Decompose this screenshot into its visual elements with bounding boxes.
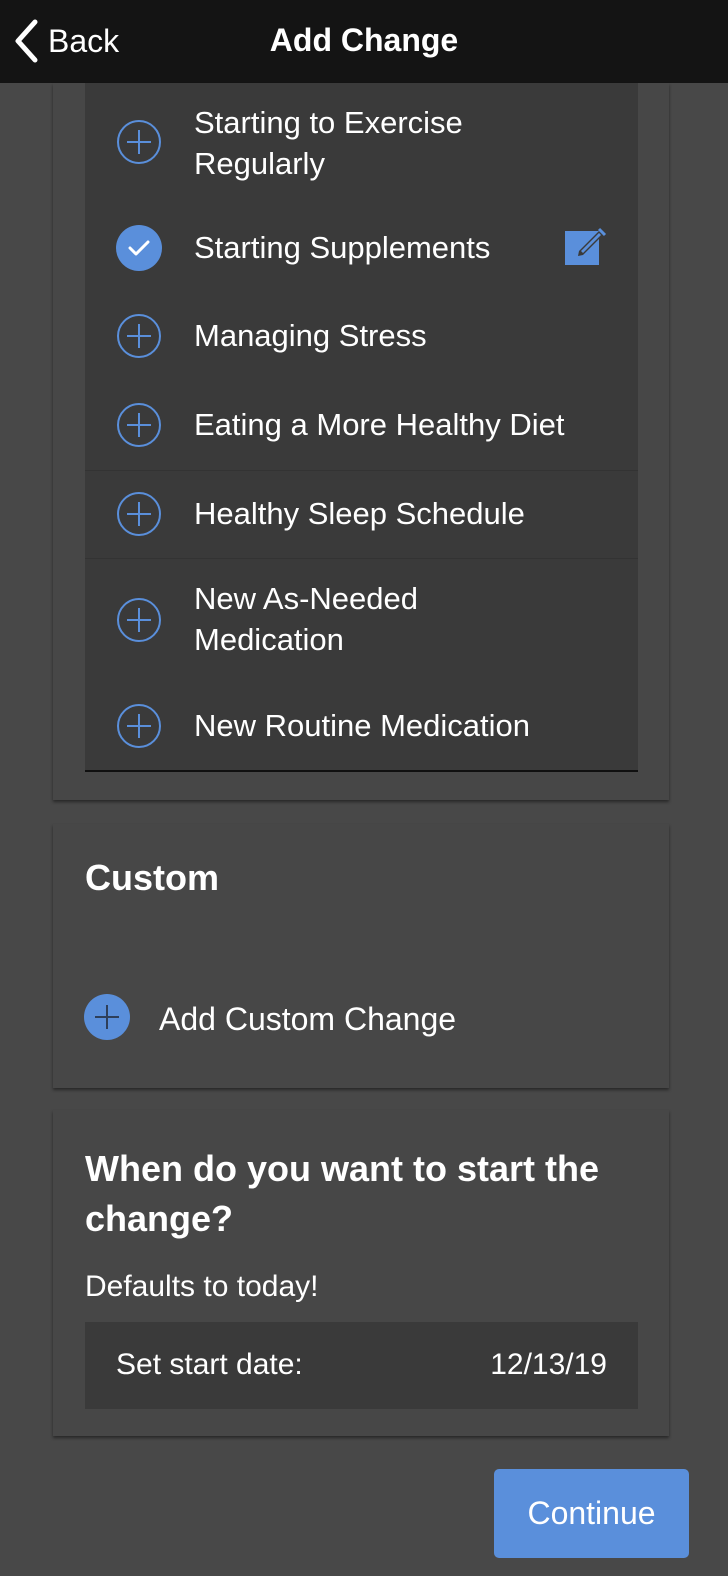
plus-circle-icon bbox=[116, 313, 162, 359]
start-date-hint: Defaults to today! bbox=[85, 1270, 319, 1303]
add-custom-change-button[interactable]: Add Custom Change bbox=[83, 993, 457, 1046]
suggested-changes-card: Starting to Exercise Regularly Starting … bbox=[53, 83, 669, 800]
continue-button[interactable]: Continue bbox=[494, 1469, 689, 1558]
change-item-label: Healthy Sleep Schedule bbox=[194, 496, 525, 531]
plus-circle-icon bbox=[116, 491, 162, 537]
start-date-card: When do you want to start the change? De… bbox=[53, 1110, 669, 1436]
change-item-routine-medication[interactable]: New Routine Medication bbox=[85, 683, 638, 769]
plus-circle-icon bbox=[116, 402, 162, 448]
plus-circle-icon bbox=[116, 597, 162, 643]
change-item-diet[interactable]: Eating a More Healthy Diet bbox=[85, 382, 638, 468]
navigation-bar: Back Add Change bbox=[0, 0, 728, 83]
change-item-label: New As-Needed Medication bbox=[194, 581, 419, 657]
change-item-label: Starting Supplements bbox=[194, 230, 491, 265]
custom-change-card: Custom Add Custom Change bbox=[53, 824, 669, 1088]
start-date-picker[interactable]: Set start date: 12/13/19 bbox=[85, 1322, 638, 1409]
change-list: Starting to Exercise Regularly Starting … bbox=[85, 83, 638, 772]
change-item-supplements[interactable]: Starting Supplements bbox=[85, 201, 638, 295]
change-item-stress[interactable]: Managing Stress bbox=[85, 293, 638, 379]
plus-circle-icon bbox=[116, 703, 162, 749]
edit-icon[interactable] bbox=[563, 225, 607, 269]
change-item-label: Managing Stress bbox=[194, 318, 427, 353]
start-date-value: 12/13/19 bbox=[490, 1348, 607, 1381]
plus-circle-icon bbox=[116, 119, 162, 165]
start-date-label: Set start date: bbox=[116, 1348, 303, 1381]
change-item-label: New Routine Medication bbox=[194, 708, 531, 743]
change-item-as-needed-medication[interactable]: New As-Needed Medication bbox=[85, 573, 638, 667]
add-custom-change-label: Add Custom Change bbox=[159, 1000, 457, 1037]
custom-section-title: Custom bbox=[85, 857, 219, 898]
start-date-question: When do you want to start the change? bbox=[85, 1148, 599, 1239]
page-title: Add Change bbox=[269, 22, 459, 58]
change-item-exercise[interactable]: Starting to Exercise Regularly bbox=[85, 95, 638, 189]
change-item-label: Eating a More Healthy Diet bbox=[194, 407, 565, 442]
check-circle-icon bbox=[116, 225, 162, 271]
plus-circle-filled-icon bbox=[83, 993, 131, 1046]
change-item-label: Starting to Exercise Regularly bbox=[194, 105, 463, 181]
row-divider bbox=[85, 558, 638, 559]
change-item-sleep[interactable]: Healthy Sleep Schedule bbox=[85, 471, 638, 557]
